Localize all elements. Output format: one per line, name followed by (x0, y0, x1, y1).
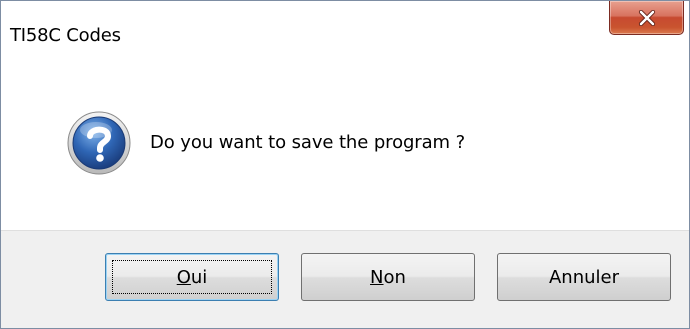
yes-button-label: Oui (176, 266, 208, 288)
close-button[interactable] (609, 1, 684, 35)
no-button[interactable]: Non (301, 253, 475, 301)
cancel-button[interactable]: Annuler (497, 253, 671, 301)
message-area: Do you want to save the program ? (1, 77, 689, 230)
cancel-button-label: Annuler (548, 266, 619, 288)
button-bar: Oui Non Annuler (1, 230, 689, 328)
title-bar[interactable]: TI58C Codes (1, 1, 689, 77)
yes-button[interactable]: Oui (105, 253, 279, 301)
close-icon (638, 9, 656, 26)
no-button-label: Non (370, 266, 406, 288)
dialog-message: Do you want to save the program ? (150, 132, 466, 153)
window-title: TI58C Codes (10, 25, 121, 46)
question-icon (66, 110, 132, 176)
dialog-window: TI58C Codes Do you want to save the prog… (0, 0, 690, 329)
